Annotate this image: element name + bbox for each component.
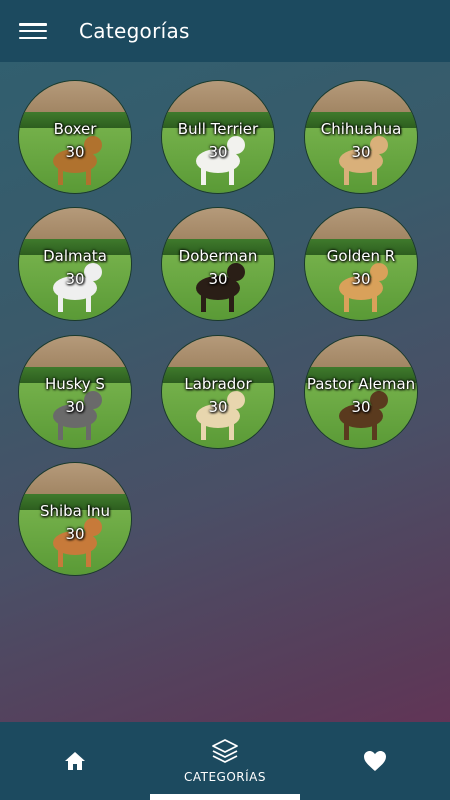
category-item[interactable]: Doberman 30	[161, 207, 275, 321]
category-count: 30	[208, 398, 228, 416]
category-item[interactable]: Golden R 30	[304, 207, 418, 321]
category-item[interactable]: Bull Terrier 30	[161, 80, 275, 194]
category-item[interactable]: Labrador 30	[161, 335, 275, 449]
category-name: Dalmata	[43, 247, 107, 265]
category-item[interactable]: Pastor Aleman 30	[304, 335, 418, 449]
menu-icon[interactable]	[19, 20, 47, 42]
category-count: 30	[351, 270, 371, 288]
category-name: Doberman	[178, 247, 258, 265]
category-item[interactable]: Dalmata 30	[18, 207, 132, 321]
nav-favorites[interactable]	[300, 722, 450, 800]
nav-categories[interactable]: CATEGORÍAS	[150, 722, 300, 800]
category-item[interactable]: Husky S 30	[18, 335, 132, 449]
category-name: Shiba Inu	[39, 502, 111, 520]
category-count: 30	[65, 398, 85, 416]
category-count: 30	[65, 143, 85, 161]
category-name: Pastor Aleman	[306, 375, 416, 393]
category-count: 30	[65, 270, 85, 288]
layers-icon	[212, 739, 238, 763]
app-bar: Categorías	[0, 0, 450, 62]
category-name: Bull Terrier	[177, 120, 259, 138]
category-item[interactable]: Boxer 30	[18, 80, 132, 194]
category-name: Boxer	[53, 120, 97, 138]
category-count: 30	[351, 398, 371, 416]
category-name: Chihuahua	[320, 120, 402, 138]
category-name: Husky S	[45, 375, 105, 393]
bottom-navigation: CATEGORÍAS	[0, 722, 450, 800]
active-tab-indicator	[150, 794, 300, 800]
category-count: 30	[208, 270, 228, 288]
home-icon	[65, 752, 85, 770]
category-count: 30	[351, 143, 371, 161]
category-name: Labrador	[184, 375, 252, 393]
nav-home[interactable]	[0, 722, 150, 800]
category-count: 30	[208, 143, 228, 161]
heart-icon	[364, 751, 386, 771]
category-count: 30	[65, 525, 85, 543]
category-item[interactable]: Shiba Inu 30	[18, 462, 132, 576]
category-item[interactable]: Chihuahua 30	[304, 80, 418, 194]
page-title: Categorías	[79, 19, 190, 43]
category-name: Golden R	[326, 247, 396, 265]
nav-categories-label: CATEGORÍAS	[183, 770, 266, 784]
